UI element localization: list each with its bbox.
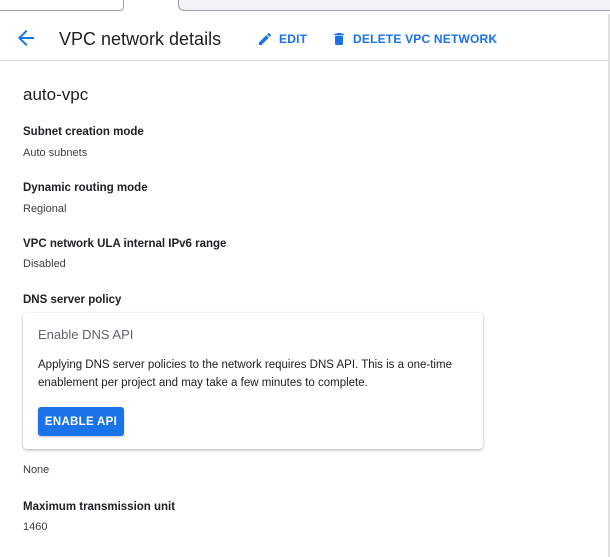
ula-ipv6-range-value: Disabled: [23, 258, 66, 270]
page-header: VPC network details EDIT DELETE VPC NETW…: [0, 14, 608, 61]
network-name: auto-vpc: [23, 85, 89, 104]
dynamic-routing-mode-label: Dynamic routing mode: [23, 182, 148, 194]
top-search-bar-fragment: [178, 0, 610, 11]
top-left-input-fragment: [0, 0, 124, 11]
ula-ipv6-range-label: VPC network ULA internal IPv6 range: [23, 238, 227, 250]
enable-dns-api-card: Enable DNS API Applying DNS server polic…: [23, 313, 483, 449]
back-button[interactable]: [14, 26, 38, 50]
subnet-creation-mode-value: Auto subnets: [23, 147, 88, 159]
subnet-creation-mode-label: Subnet creation mode: [23, 126, 144, 138]
pencil-icon: [259, 32, 272, 45]
dns-server-policy-value: None: [23, 464, 50, 476]
page-title: VPC network details: [59, 29, 222, 49]
delete-vpc-network-button[interactable]: DELETE VPC NETWORK: [331, 28, 497, 50]
edit-button[interactable]: EDIT: [257, 28, 307, 50]
edit-label: EDIT: [279, 32, 308, 46]
enable-api-button[interactable]: ENABLE API: [38, 407, 124, 436]
card-description: Applying DNS server policies to the netw…: [38, 359, 452, 389]
trash-icon: [334, 33, 344, 45]
mtu-label: Maximum transmission unit: [23, 501, 176, 513]
arrow-back-icon: [18, 30, 34, 46]
dns-server-policy-label: DNS server policy: [23, 294, 122, 306]
dynamic-routing-mode-value: Regional: [23, 203, 67, 215]
card-title: Enable DNS API: [38, 327, 134, 342]
browser-top-strip: [0, 0, 610, 14]
delete-label: DELETE VPC NETWORK: [353, 32, 498, 46]
mtu-value: 1460: [23, 521, 48, 533]
